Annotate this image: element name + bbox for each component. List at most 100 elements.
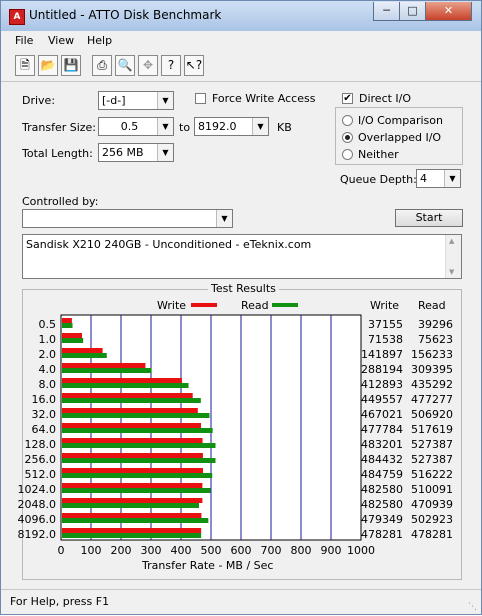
help-button[interactable]: ? [161, 55, 181, 76]
chevron-down-icon: ▼ [157, 92, 173, 109]
minimize-button[interactable]: ─ [373, 2, 400, 21]
force-write-label: Force Write Access [212, 92, 316, 105]
neither-label: Neither [358, 148, 399, 161]
description-textbox[interactable]: Sandisk X210 240GB - Unconditioned - eTe… [22, 234, 462, 279]
chevron-down-icon: ▼ [252, 118, 268, 135]
move-button[interactable]: ✥ [138, 55, 158, 76]
queue-depth-label: Queue Depth: [340, 173, 417, 186]
write-value: 412893 [361, 378, 403, 391]
write-value: 484759 [361, 468, 403, 481]
total-length-value: 256 MB [102, 146, 144, 159]
open-button[interactable]: 📂 [38, 55, 58, 76]
legend-write-label: Write [157, 299, 187, 312]
read-value: 502923 [411, 513, 453, 526]
transfer-size-label: 32.0 [31, 408, 57, 421]
transfer-size-label: 1.0 [38, 333, 57, 346]
overlapped-io-radio[interactable] [342, 132, 353, 143]
atto-app-icon: A [9, 9, 25, 25]
read-value: 527387 [411, 453, 453, 466]
transfer-to-select[interactable]: 8192.0 ▼ [194, 117, 269, 136]
test-results-title: Test Results [208, 282, 279, 295]
write-value: 37155 [368, 318, 403, 331]
app-window: A Untitled - ATTO Disk Benchmark ─ □ ✕ F… [0, 0, 482, 615]
print-icon: ⎙ [97, 58, 107, 72]
kb-label: KB [277, 121, 292, 134]
read-value: 156233 [411, 348, 453, 361]
write-value: 483201 [361, 438, 403, 451]
queue-depth-select[interactable]: 4 ▼ [416, 169, 461, 188]
start-button[interactable]: Start [395, 209, 463, 227]
write-value: 479349 [361, 513, 403, 526]
write-value: 478281 [361, 528, 403, 541]
transfer-size-label: 2048.0 [17, 498, 57, 511]
read-value: 527387 [411, 438, 453, 451]
io-comparison-label: I/O Comparison [358, 114, 443, 127]
save-icon: 💾 [63, 58, 79, 72]
transfer-to-value: 8192.0 [198, 120, 237, 133]
write-value: 482580 [361, 498, 403, 511]
status-text: For Help, press F1 [10, 595, 110, 608]
force-write-checkbox[interactable] [195, 93, 206, 104]
read-value: 435292 [411, 378, 453, 391]
chevron-down-icon: ▼ [157, 144, 173, 161]
transfer-size-label: 2.0 [38, 348, 57, 361]
write-value: 449557 [361, 393, 403, 406]
read-value: 516222 [411, 468, 453, 481]
write-value: 71538 [368, 333, 403, 346]
write-value: 477784 [361, 423, 403, 436]
to-label: to [179, 121, 191, 134]
transfer-size-label: 4096.0 [17, 513, 57, 526]
transfer-size-label: 0.5 [38, 318, 57, 331]
drive-label: Drive: [22, 94, 56, 107]
read-value: 478281 [411, 528, 453, 541]
io-comparison-radio[interactable] [342, 115, 353, 126]
transfer-size-label: 64.0 [31, 423, 57, 436]
new-doc-icon: 🗎 [20, 58, 30, 72]
toolbar: 🗎 📂 💾 ⎙ 🔍 ✥ ? ↖? [1, 51, 481, 82]
close-button[interactable]: ✕ [425, 2, 472, 21]
print-preview-icon: 🔍 [117, 58, 133, 72]
col-read-header: Read [418, 299, 446, 312]
title-bar[interactable]: A Untitled - ATTO Disk Benchmark ─ □ ✕ [1, 1, 481, 31]
context-help-button[interactable]: ↖? [184, 55, 204, 76]
menu-view[interactable]: View [48, 34, 74, 47]
save-button[interactable]: 💾 [61, 55, 81, 76]
menu-help[interactable]: Help [87, 34, 112, 47]
legend-write-swatch [191, 303, 217, 307]
window-title: Untitled - ATTO Disk Benchmark [29, 8, 222, 22]
help-icon: ? [167, 58, 175, 72]
maximize-button[interactable]: □ [399, 2, 426, 21]
neither-radio[interactable] [342, 149, 353, 160]
total-length-select[interactable]: 256 MB ▼ [98, 143, 174, 162]
start-label: Start [415, 211, 443, 224]
chart-x-axis-label: Transfer Rate - MB / Sec [142, 559, 274, 572]
description-text: Sandisk X210 240GB - Unconditioned - eTe… [26, 238, 312, 251]
read-value: 506920 [411, 408, 453, 421]
read-value: 39296 [418, 318, 453, 331]
chevron-down-icon: ▼ [216, 210, 232, 227]
direct-io-checkbox[interactable]: ✔ [342, 93, 353, 104]
print-preview-button[interactable]: 🔍 [115, 55, 135, 76]
transfer-size-label: Transfer Size: [22, 121, 97, 134]
transfer-size-label: 512.0 [24, 468, 57, 481]
menu-file[interactable]: File [15, 34, 33, 47]
new-button[interactable]: 🗎 [15, 55, 35, 76]
drive-value: [-d-] [102, 94, 126, 107]
legend-read-swatch [272, 303, 298, 307]
drive-select[interactable]: [-d-] ▼ [98, 91, 174, 110]
write-value: 482580 [361, 483, 403, 496]
close-icon: ✕ [443, 4, 454, 17]
read-value: 517619 [411, 423, 453, 436]
resize-grip-icon[interactable]: ⋱ [468, 602, 477, 612]
read-value: 477277 [411, 393, 453, 406]
transfer-from-select[interactable]: 0.5 ▼ [98, 117, 174, 136]
maximize-icon: □ [407, 4, 418, 17]
description-scrollbar[interactable]: ▲ ▼ [445, 235, 461, 278]
transfer-size-label: 8.0 [38, 378, 57, 391]
transfer-size-label: 16.0 [31, 393, 57, 406]
print-button[interactable]: ⎙ [92, 55, 112, 76]
controlled-by-select[interactable]: ▼ [22, 209, 233, 228]
menu-bar: File View Help [1, 31, 481, 51]
write-value: 467021 [361, 408, 403, 421]
transfer-from-value: 0.5 [120, 120, 139, 133]
